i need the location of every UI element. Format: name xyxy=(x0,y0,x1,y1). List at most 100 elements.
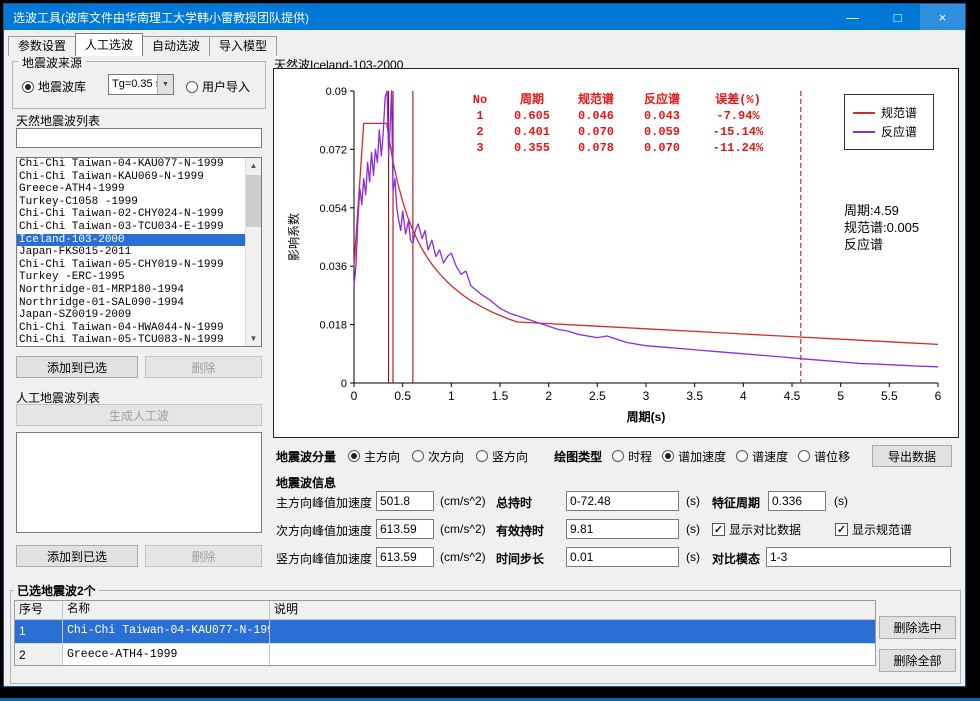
table-row[interactable]: 1Chi-Chi Taiwan-04-KAU077-N-1999 xyxy=(15,620,875,644)
window-title: 选波工具(波库文件由华南理工大学韩小雷教授团队提供) xyxy=(4,9,309,26)
add-to-selected-button-2[interactable]: 添加到已选 xyxy=(16,545,138,567)
minimize-button[interactable]: — xyxy=(830,4,875,30)
svg-text:3: 3 xyxy=(643,389,650,403)
value-cell: -15.14% xyxy=(695,125,781,139)
time-step-input[interactable] xyxy=(566,547,679,567)
artificial-wave-listbox[interactable] xyxy=(16,432,262,533)
radio-vertical-direction[interactable]: 竖方向 xyxy=(476,448,528,465)
radio-dot-icon xyxy=(186,81,198,93)
wave-list-item[interactable]: Turkey -ERC-1995 xyxy=(17,271,246,284)
delete-button[interactable]: 删除 xyxy=(145,356,262,378)
tab-manual-wave-selection[interactable]: 人工选波 xyxy=(75,33,143,56)
wave-list-item[interactable]: Chi-Chi Taiwan-03-TCU034-E-1999 xyxy=(17,221,246,234)
tab-parameter-settings[interactable]: 参数设置 xyxy=(8,36,76,56)
table-cell: 1 xyxy=(15,620,63,643)
wave-component-label: 地震波分量 xyxy=(276,448,336,465)
wave-list-item[interactable]: Greece-ATH4-1999 xyxy=(17,183,246,196)
chart-legend: 规范谱反应谱 xyxy=(844,94,934,150)
legend-label: 反应谱 xyxy=(881,123,917,140)
show-code-spectrum-checkbox[interactable]: ✓ 显示规范谱 xyxy=(835,521,912,538)
wave-list-item[interactable]: Northridge-01-SAL090-1994 xyxy=(17,297,246,310)
radio-secondary-direction[interactable]: 次方向 xyxy=(412,448,464,465)
natural-wave-listbox[interactable]: Chi-Chi Taiwan-04-KAU077-N-1999Chi-Chi T… xyxy=(16,157,262,347)
effective-duration-input[interactable] xyxy=(566,519,679,539)
wave-list-item[interactable]: Chi-Chi Taiwan-04-HWA044-N-1999 xyxy=(17,322,246,335)
radio-label: 地震波库 xyxy=(38,78,86,95)
readout-line: 规范谱:0.005 xyxy=(844,219,919,236)
chevron-down-icon[interactable]: ▼ xyxy=(157,75,173,94)
wave-list-item[interactable]: Chi-Chi Taiwan-05-CHY019-N-1999 xyxy=(17,259,246,272)
value-cell: 规范谱 xyxy=(563,93,629,107)
show-compare-checkbox[interactable]: ✓ 显示对比数据 xyxy=(712,521,801,538)
info-row: 次方向峰值加速度 (cm/s^2) 有效持时 (s) ✓ 显示对比数据 ✓ 显示… xyxy=(276,519,956,540)
close-button[interactable]: × xyxy=(920,4,965,30)
vertical-peak-acc-label: 竖方向峰值加速度 xyxy=(276,550,372,567)
table-row[interactable]: 2Greece-ATH4-1999 xyxy=(15,644,875,666)
wave-list-item[interactable]: Chi-Chi Taiwan-04-KAU077-N-1999 xyxy=(17,158,246,171)
wave-list-item[interactable]: Iceland-103-2000 xyxy=(17,234,246,247)
wave-list-item[interactable]: Chi-Chi Taiwan-KAU069-N-1999 xyxy=(17,171,246,184)
radio-label: 竖方向 xyxy=(492,448,528,465)
radio-spectral-displacement[interactable]: 谱位移 xyxy=(798,448,850,465)
radio-time-history[interactable]: 时程 xyxy=(612,448,652,465)
svg-text:5: 5 xyxy=(837,389,844,403)
value-cell: -11.24% xyxy=(695,141,781,155)
scroll-down-icon[interactable]: ▼ xyxy=(246,331,261,346)
vertical-peak-acc-input[interactable] xyxy=(376,547,434,567)
radio-main-direction[interactable]: 主方向 xyxy=(348,448,400,465)
window-controls: — □ × xyxy=(830,4,965,30)
table-body: 1Chi-Chi Taiwan-04-KAU077-N-19992Greece-… xyxy=(15,620,875,666)
legend-entry: 规范谱 xyxy=(853,103,925,122)
wave-list-item[interactable]: Japan-SZ0019-2009 xyxy=(17,309,246,322)
maximize-button[interactable]: □ xyxy=(875,4,920,30)
wave-list-item[interactable]: Turkey-C1058 -1999 xyxy=(17,196,246,209)
add-to-selected-button[interactable]: 添加到已选 xyxy=(16,356,138,378)
secondary-peak-acc-input[interactable] xyxy=(376,519,434,539)
title-bar: 选波工具(波库文件由华南理工大学韩小雷教授团队提供) — □ × xyxy=(4,4,965,30)
wave-list-item[interactable]: Chi-Chi Taiwan-05-TCU083-N-1999 xyxy=(17,334,246,347)
scrollbar-thumb[interactable] xyxy=(246,175,261,227)
value-cell: 反应谱 xyxy=(629,93,695,107)
delete-selected-button[interactable]: 删除选中 xyxy=(879,616,956,639)
value-cell: 3 xyxy=(459,141,501,155)
svg-text:0.018: 0.018 xyxy=(319,320,347,332)
radio-dot-icon xyxy=(798,450,810,462)
wave-filter-input[interactable] xyxy=(16,128,262,148)
radio-spectral-acceleration[interactable]: 谱加速度 xyxy=(662,448,726,465)
delete-all-button[interactable]: 删除全部 xyxy=(879,649,956,672)
checkbox-label: 显示对比数据 xyxy=(729,521,801,538)
radio-dot-icon xyxy=(612,450,624,462)
wave-list-item[interactable]: Chi-Chi Taiwan-02-CHY024-N-1999 xyxy=(17,208,246,221)
column-header-no: 序号 xyxy=(15,601,63,619)
svg-text:3.5: 3.5 xyxy=(686,389,703,403)
value-cell: 0.355 xyxy=(501,141,563,155)
scroll-up-icon[interactable]: ▲ xyxy=(246,158,261,173)
total-duration-input[interactable] xyxy=(566,491,679,511)
radio-user-import[interactable]: 用户导入 xyxy=(186,78,250,95)
main-peak-acc-input[interactable] xyxy=(376,491,434,511)
scrollbar[interactable]: ▲ ▼ xyxy=(245,158,261,346)
export-data-button[interactable]: 导出数据 xyxy=(872,445,952,467)
component-radio-group: 主方向次方向 竖方向 xyxy=(348,448,528,465)
time-step-unit: (s) xyxy=(686,550,700,564)
tg-combo[interactable]: Tg=0.35 s ▼ xyxy=(108,74,174,95)
chart-area: 00.0180.0360.0540.0720.0900.511.522.533.… xyxy=(273,68,959,438)
radio-wave-library[interactable]: 地震波库 xyxy=(22,78,86,95)
selected-waves-title: 已选地震波2个 xyxy=(14,582,99,599)
tab-auto-wave-selection[interactable]: 自动选波 xyxy=(142,36,210,56)
table-cell: Chi-Chi Taiwan-04-KAU077-N-1999 xyxy=(63,620,270,643)
characteristic-period-input[interactable] xyxy=(768,491,826,511)
delete-button-2[interactable]: 删除 xyxy=(145,545,262,567)
tab-bar: 参数设置 人工选波 自动选波 导入模型 xyxy=(8,33,276,56)
generate-artificial-wave-button[interactable]: 生成人工波 xyxy=(16,404,262,426)
wave-list-item[interactable]: Japan-FKS015-2011 xyxy=(17,246,246,259)
svg-text:0: 0 xyxy=(351,389,358,403)
legend-label: 规范谱 xyxy=(881,104,917,121)
svg-text:2: 2 xyxy=(545,389,552,403)
compare-mode-input[interactable] xyxy=(766,547,951,567)
table-cell xyxy=(270,620,875,643)
wave-list-item[interactable]: Northridge-01-MRP180-1994 xyxy=(17,284,246,297)
secondary-peak-acc-label: 次方向峰值加速度 xyxy=(276,522,372,539)
radio-spectral-velocity[interactable]: 谱速度 xyxy=(736,448,788,465)
tab-import-model[interactable]: 导入模型 xyxy=(209,36,277,56)
